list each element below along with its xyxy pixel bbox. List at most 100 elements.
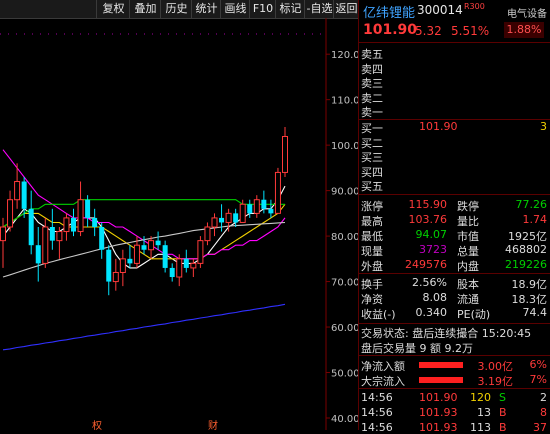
candle-body <box>42 226 49 264</box>
stat-label: 涨停 <box>361 200 383 213</box>
flow-pct: 7% <box>529 373 547 386</box>
toolbar-button-8[interactable]: 返回 <box>333 0 359 18</box>
divider <box>359 42 550 43</box>
y-tick-label: 100.00 <box>331 141 358 152</box>
candle-body <box>190 262 197 269</box>
candle-body <box>155 240 161 246</box>
tick-time: 14:56 <box>361 406 393 419</box>
stat-label: 跌停 <box>457 200 479 213</box>
candle-body <box>106 249 112 282</box>
candle-body <box>133 244 140 264</box>
stock-name[interactable]: 亿纬锂能 <box>363 2 415 21</box>
stat-value: 249576 <box>405 258 447 271</box>
candle-body <box>176 258 183 278</box>
kline-chart[interactable]: 120.00 110.00 100.00 90.00 80.00 70.00 60.00 50… <box>0 18 358 430</box>
flow-pct: 6% <box>529 358 547 371</box>
quote-panel: 亿纬锂能 300014 R300 电气设备 101.90 5.32 5.51% … <box>358 0 550 434</box>
tick-price: 101.93 <box>419 406 458 419</box>
candle-body <box>162 245 168 268</box>
index-tag: R300 <box>464 2 485 11</box>
y-tick-label: 90.00 <box>331 187 358 198</box>
stat-label: PE(动) <box>457 308 491 321</box>
flow-amount: 3.00亿 <box>477 360 514 373</box>
chart-toolbar: 复权 叠加 历史 统计 画线 F10 标记 -自选 返回 <box>0 0 358 19</box>
stat-label: 外盘 <box>361 260 383 273</box>
tick-time: 14:56 <box>361 421 393 434</box>
stat-value: 115.90 <box>408 198 448 211</box>
tick-price: 101.93 <box>419 421 458 434</box>
tick-side: B <box>499 421 507 434</box>
stat-value: 77.26 <box>515 198 548 211</box>
stat-value: 0.340 <box>415 306 448 319</box>
event-marker: 权 <box>92 419 102 430</box>
toolbar-button-6[interactable]: 标记 <box>275 0 305 18</box>
candle-body <box>127 258 133 264</box>
order-price: 101.90 <box>419 120 458 133</box>
y-tick-label: 70.00 <box>331 278 358 289</box>
y-tick-label: 60.00 <box>331 323 358 334</box>
divider <box>359 388 550 389</box>
candle-body <box>99 227 105 250</box>
toolbar-button-0[interactable]: 复权 <box>96 0 130 18</box>
candle-body <box>253 199 260 214</box>
stat-label: 最高 <box>361 215 383 228</box>
stat-label: 流通 <box>457 293 479 306</box>
stat-value: 18.9亿 <box>511 278 548 291</box>
candle-body <box>14 181 21 201</box>
candle-body <box>274 171 281 214</box>
candle-body <box>282 136 288 173</box>
candle-body <box>77 199 84 233</box>
candle-body <box>219 217 225 223</box>
candle-body <box>233 213 239 223</box>
stat-label: 收益(-) <box>361 308 396 321</box>
stat-label: 内盘 <box>457 260 479 273</box>
candle-body <box>225 212 232 223</box>
candle-body <box>0 226 6 242</box>
candle-body <box>211 217 218 228</box>
ask-level-label: 卖一 <box>361 106 383 119</box>
candle-body <box>112 271 119 283</box>
industry-label[interactable]: 电气设备 <box>507 5 547 20</box>
divider <box>359 323 550 324</box>
tick-volume: 13 <box>477 406 491 419</box>
flow-amount: 3.19亿 <box>477 375 514 388</box>
toolbar-button-7[interactable]: -自选 <box>304 0 334 18</box>
candle-body <box>247 204 253 214</box>
bid-level-label: 买五 <box>361 180 383 193</box>
tick-count: 37 <box>533 421 547 434</box>
candle-body <box>35 245 41 264</box>
stat-label: 最低 <box>361 230 383 243</box>
divider <box>359 119 550 120</box>
tick-count: 2 <box>540 391 547 404</box>
candle-body <box>63 217 70 233</box>
toolbar-button-1[interactable]: 叠加 <box>129 0 161 18</box>
toolbar-button-3[interactable]: 统计 <box>191 0 221 18</box>
flow-label: 大宗流入 <box>361 375 405 388</box>
toolbar-button-5[interactable]: F10 <box>249 0 276 18</box>
stat-label: 量比 <box>457 215 479 228</box>
stat-value: 8.08 <box>422 291 448 304</box>
flow-label: 净流入额 <box>361 360 405 373</box>
candle-body <box>49 227 55 241</box>
candle-body <box>56 231 63 242</box>
order-volume: 3 <box>540 120 547 133</box>
stat-value: 468802 <box>505 243 547 256</box>
candle-body <box>197 240 204 264</box>
last-price: 101.90 <box>363 22 418 38</box>
y-tick-label: 120.00 <box>331 50 358 61</box>
stat-value: 2.56% <box>412 276 447 289</box>
stat-value: 1925亿 <box>508 230 547 243</box>
stat-value: 103.76 <box>408 213 448 226</box>
candle-body <box>183 258 189 268</box>
y-tick-label: 80.00 <box>331 232 358 243</box>
stat-value: 3723 <box>419 243 447 256</box>
toolbar-button-2[interactable]: 历史 <box>160 0 192 18</box>
stock-code: 300014 <box>417 3 463 17</box>
candle-body <box>204 226 211 242</box>
tick-count: 8 <box>540 406 547 419</box>
toolbar-button-4[interactable]: 画线 <box>220 0 250 18</box>
candle-body <box>239 203 246 223</box>
event-marker: 财 <box>208 419 218 430</box>
candle-body <box>92 217 98 227</box>
candle-body <box>169 267 175 278</box>
